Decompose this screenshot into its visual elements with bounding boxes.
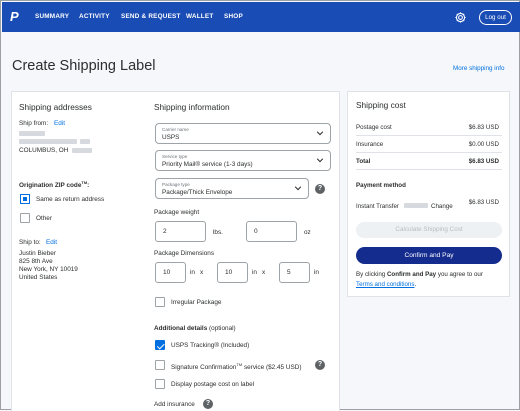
same-as-return-label: Same as return address	[36, 196, 105, 203]
total-label: Total	[356, 158, 371, 165]
postage-cost-value: $6.83 USD	[468, 124, 499, 131]
in-unit: in	[190, 269, 195, 276]
calculate-shipping-cost-button[interactable]: Calculate Shipping Cost	[356, 222, 502, 238]
service-type-label: Service type	[162, 154, 188, 159]
help-icon[interactable]: ?	[203, 399, 213, 409]
carrier-select[interactable]: Carrier name USPS	[155, 123, 331, 144]
display-postage-checkbox[interactable]	[155, 379, 165, 389]
nav-summary[interactable]: SUMMARY	[35, 13, 69, 20]
payment-amount: $6.83 USD	[468, 199, 499, 206]
redacted-account	[404, 203, 428, 208]
postage-cost-label: Postage cost	[356, 124, 392, 131]
irregular-package-checkbox[interactable]	[155, 297, 165, 307]
x-separator: x	[262, 269, 266, 276]
logout-button[interactable]: Log out	[479, 10, 512, 25]
package-type-select[interactable]: Package type Package/Thick Envelope	[155, 178, 309, 199]
payment-method-name: Instant Transfer	[356, 203, 399, 210]
package-weight-label: Package weight	[154, 209, 200, 216]
in-unit: in	[314, 269, 319, 276]
display-postage-label: Display postage cost on label	[171, 381, 255, 388]
redacted-name	[19, 131, 45, 136]
signature-confirmation-checkbox[interactable]	[155, 360, 165, 370]
add-insurance-label: Add insurance	[154, 401, 195, 408]
other-zip-option[interactable]	[20, 213, 30, 223]
ship-from-label: Ship from:	[19, 120, 49, 127]
divider	[356, 169, 502, 170]
package-type-value: Package/Thick Envelope	[162, 189, 233, 196]
paypal-logo-icon[interactable]: P	[10, 9, 24, 25]
signature-confirmation-label: Signature ConfirmationTM service ($2.45 …	[171, 362, 302, 372]
payment-method-title: Payment method	[356, 182, 406, 189]
width-input[interactable]: 10	[217, 262, 248, 283]
ship-from-edit-link[interactable]: Edit	[54, 120, 65, 127]
divider	[356, 135, 502, 136]
total-value: $6.83 USD	[468, 158, 499, 165]
ship-from-city: COLUMBUS, OH	[19, 147, 69, 154]
more-shipping-info-link[interactable]: More shipping info	[453, 65, 504, 72]
chevron-down-icon	[316, 131, 324, 136]
weight-lbs-input[interactable]: 2	[155, 221, 206, 242]
carrier-select-value: USPS	[162, 134, 180, 141]
app-window: P SUMMARY ACTIVITY SEND & REQUEST WALLET…	[0, 0, 520, 411]
change-payment-link[interactable]: Change	[431, 203, 453, 210]
help-icon[interactable]: ?	[315, 360, 325, 370]
shipping-cost-card: Shipping cost Postage cost $6.83 USD Ins…	[347, 91, 510, 297]
confirm-and-pay-button[interactable]: Confirm and Pay	[356, 247, 502, 264]
top-nav-bar: P SUMMARY ACTIVITY SEND & REQUEST WALLET…	[2, 2, 520, 32]
nav-activity[interactable]: ACTIVITY	[79, 13, 110, 20]
in-unit: in	[252, 269, 257, 276]
redacted-street-suffix	[80, 139, 90, 144]
terms-link[interactable]: Terms and conditions	[356, 281, 414, 288]
usps-tracking-label: USPS Tracking® (Included)	[171, 342, 250, 349]
other-zip-label: Other	[36, 215, 52, 222]
shipping-cost-title: Shipping cost	[356, 100, 406, 110]
shipping-form-card: Shipping addresses Ship from: Edit COLUM…	[11, 91, 340, 411]
height-input[interactable]: 5	[279, 262, 310, 283]
package-type-label: Package type	[162, 182, 190, 187]
help-icon[interactable]: ?	[315, 184, 325, 194]
service-type-select[interactable]: Service type Priority Mail® service (1-3…	[155, 150, 331, 171]
ship-to-line: New York, NY 10019	[19, 266, 78, 273]
package-dimensions-label: Package Dimensions	[154, 250, 215, 257]
shipping-information-title: Shipping information	[154, 102, 230, 112]
ship-to-line: Justin Bieber	[19, 250, 56, 257]
nav-send-request[interactable]: SEND & REQUEST	[121, 13, 181, 20]
usps-tracking-checkbox[interactable]	[155, 340, 165, 350]
chevron-down-icon	[316, 158, 324, 163]
insurance-value: $0.00 USD	[468, 141, 499, 148]
x-separator: x	[200, 269, 204, 276]
ship-to-line: United States	[19, 274, 58, 281]
carrier-select-label: Carrier name	[162, 127, 189, 132]
shipping-addresses-title: Shipping addresses	[19, 102, 92, 112]
length-input[interactable]: 10	[155, 262, 186, 283]
gear-icon[interactable]	[454, 11, 467, 24]
terms-notice: By clicking Confirm and Pay you agree to…	[356, 271, 483, 288]
nav-shop[interactable]: SHOP	[224, 13, 243, 20]
ship-to-line: 825 8th Ave	[19, 258, 53, 265]
redacted-zip	[72, 148, 92, 153]
additional-details-label: Additional details (optional)	[154, 325, 236, 332]
origination-zip-label: Origination ZIP codeTM:	[19, 180, 90, 190]
irregular-package-label: Irregular Package	[171, 299, 222, 306]
redacted-street	[19, 139, 77, 144]
ship-to-edit-link[interactable]: Edit	[46, 239, 57, 246]
chevron-down-icon	[294, 186, 302, 191]
nav-wallet[interactable]: WALLET	[186, 13, 213, 20]
same-as-return-radio[interactable]	[20, 194, 30, 204]
ship-to-label: Ship to:	[19, 239, 41, 246]
page-title: Create Shipping Label	[12, 58, 156, 74]
oz-unit: oz	[304, 229, 311, 236]
insurance-label: Insurance	[356, 141, 384, 148]
service-type-value: Priority Mail® service (1-3 days)	[162, 161, 253, 168]
weight-oz-input[interactable]: 0	[246, 221, 297, 242]
divider	[356, 152, 502, 153]
lbs-unit: lbs.	[213, 229, 223, 236]
